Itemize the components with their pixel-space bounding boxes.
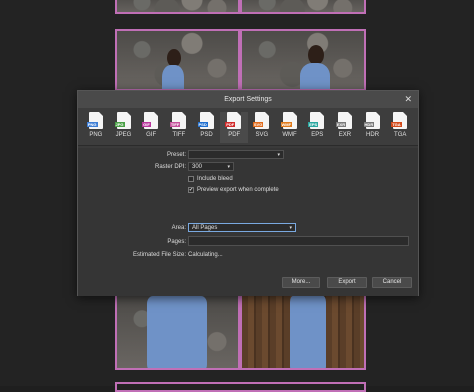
format-tga-button[interactable]: TGA TGA <box>386 112 414 143</box>
file-png-icon: PNG <box>86 112 103 129</box>
estimated-size-label: Estimated File Size: <box>132 252 186 258</box>
format-wmf-button[interactable]: WMF WMF <box>276 112 304 143</box>
format-badge: PNG <box>86 122 98 127</box>
format-label: EXR <box>338 132 352 138</box>
page-middle-left <box>115 29 240 91</box>
format-badge: TGA <box>391 122 402 127</box>
format-psd-button[interactable]: PSD PSD <box>193 112 221 143</box>
format-png-button[interactable]: PNG PNG <box>82 112 110 143</box>
file-tiff-icon: TIFF <box>169 112 186 129</box>
export-button[interactable]: Export <box>327 277 367 288</box>
close-icon[interactable]: ✕ <box>404 94 412 105</box>
format-eps-button[interactable]: EPS EPS <box>303 112 331 143</box>
format-label: TGA <box>394 132 407 138</box>
format-badge: WMF <box>280 122 293 127</box>
page-top-right <box>240 0 366 14</box>
page-top-left <box>115 0 240 14</box>
format-badge: PSD <box>197 122 208 127</box>
format-gif-button[interactable]: GIF GIF <box>137 112 165 143</box>
file-eps-icon: EPS <box>308 112 325 129</box>
page-middle-right <box>240 29 366 91</box>
file-gif-icon: GIF <box>142 112 159 129</box>
more-button[interactable]: More... <box>282 277 320 288</box>
estimated-size-value: Calculating... <box>188 252 223 258</box>
format-label: WMF <box>282 132 297 138</box>
format-badge: GIF <box>142 122 151 127</box>
raster-dpi-value: 300 <box>192 164 203 170</box>
format-label: PDF <box>228 132 241 138</box>
file-exr-icon: EXR <box>335 112 352 129</box>
format-badge: HDR <box>363 122 375 127</box>
dialog-titlebar: Export Settings ✕ <box>78 91 418 108</box>
area-select[interactable]: All Pages ▾ <box>188 223 296 232</box>
chevron-down-icon: ▾ <box>227 164 230 170</box>
include-bleed-checkbox[interactable] <box>188 176 194 182</box>
chevron-down-icon: ▾ <box>277 152 280 158</box>
format-label: TIFF <box>172 132 186 138</box>
format-label: PNG <box>89 132 103 138</box>
page-next-spread <box>115 382 366 392</box>
file-wmf-icon: WMF <box>280 112 297 129</box>
preview-checkbox[interactable]: ✔ <box>188 187 194 193</box>
area-value: All Pages <box>192 225 218 231</box>
file-tga-icon: TGA <box>391 112 408 129</box>
area-label: Area: <box>171 225 186 231</box>
format-badge: EXR <box>335 122 347 127</box>
preset-select[interactable]: ▾ <box>188 150 284 159</box>
raster-dpi-select[interactable]: 300 ▾ <box>188 162 234 171</box>
format-label: EPS <box>311 132 324 138</box>
format-tiff-button[interactable]: TIFF TIFF <box>165 112 193 143</box>
file-hdr-icon: HDR <box>363 112 380 129</box>
include-bleed-label: Include bleed <box>197 176 233 182</box>
format-pdf-button[interactable]: PDF PDF <box>220 112 249 143</box>
format-exr-button[interactable]: EXR EXR <box>331 112 359 143</box>
page-bottom-left <box>115 294 240 370</box>
format-toolbar: PNG PNG JPG JPEG GIF GIF TIFF TIFF PSD PSD PDF PDF S… <box>78 108 418 146</box>
chevron-down-icon: ▾ <box>289 225 292 231</box>
format-hdr-button[interactable]: HDR HDR <box>359 112 387 143</box>
format-badge: PDF <box>225 122 236 127</box>
preview-label: Preview export when complete <box>197 187 279 193</box>
dialog-body: Preset: ▾ Raster DPI: 300 ▾ Include blee… <box>78 148 418 296</box>
pages-input[interactable] <box>188 236 409 246</box>
export-settings-dialog: Export Settings ✕ PNG PNG JPG JPEG GIF GIF TIF… <box>77 90 419 296</box>
format-jpeg-button[interactable]: JPG JPEG <box>110 112 138 143</box>
preset-label: Preset: <box>166 152 186 158</box>
format-label: GIF <box>146 132 157 138</box>
raster-dpi-label: Raster DPI: <box>154 164 186 170</box>
file-psd-icon: PSD <box>197 112 214 129</box>
cancel-button[interactable]: Cancel <box>372 277 412 288</box>
preview-row[interactable]: ✔ Preview export when complete <box>188 187 279 193</box>
file-svg-icon: SVG <box>252 112 269 129</box>
format-badge: SVG <box>252 122 264 127</box>
format-label: SVG <box>255 132 269 138</box>
page-bottom-right <box>240 294 366 370</box>
format-label: HDR <box>366 132 380 138</box>
format-label: PSD <box>200 132 213 138</box>
file-pdf-icon: PDF <box>225 112 242 129</box>
format-svg-button[interactable]: SVG SVG <box>248 112 276 143</box>
include-bleed-row[interactable]: Include bleed <box>188 176 233 182</box>
pages-label: Pages: <box>167 239 186 245</box>
format-badge: JPG <box>114 122 125 127</box>
dialog-title: Export Settings <box>224 96 272 103</box>
file-jpeg-icon: JPG <box>114 112 131 129</box>
format-badge: TIFF <box>169 122 181 127</box>
format-badge: EPS <box>308 122 319 127</box>
format-label: JPEG <box>115 132 132 138</box>
